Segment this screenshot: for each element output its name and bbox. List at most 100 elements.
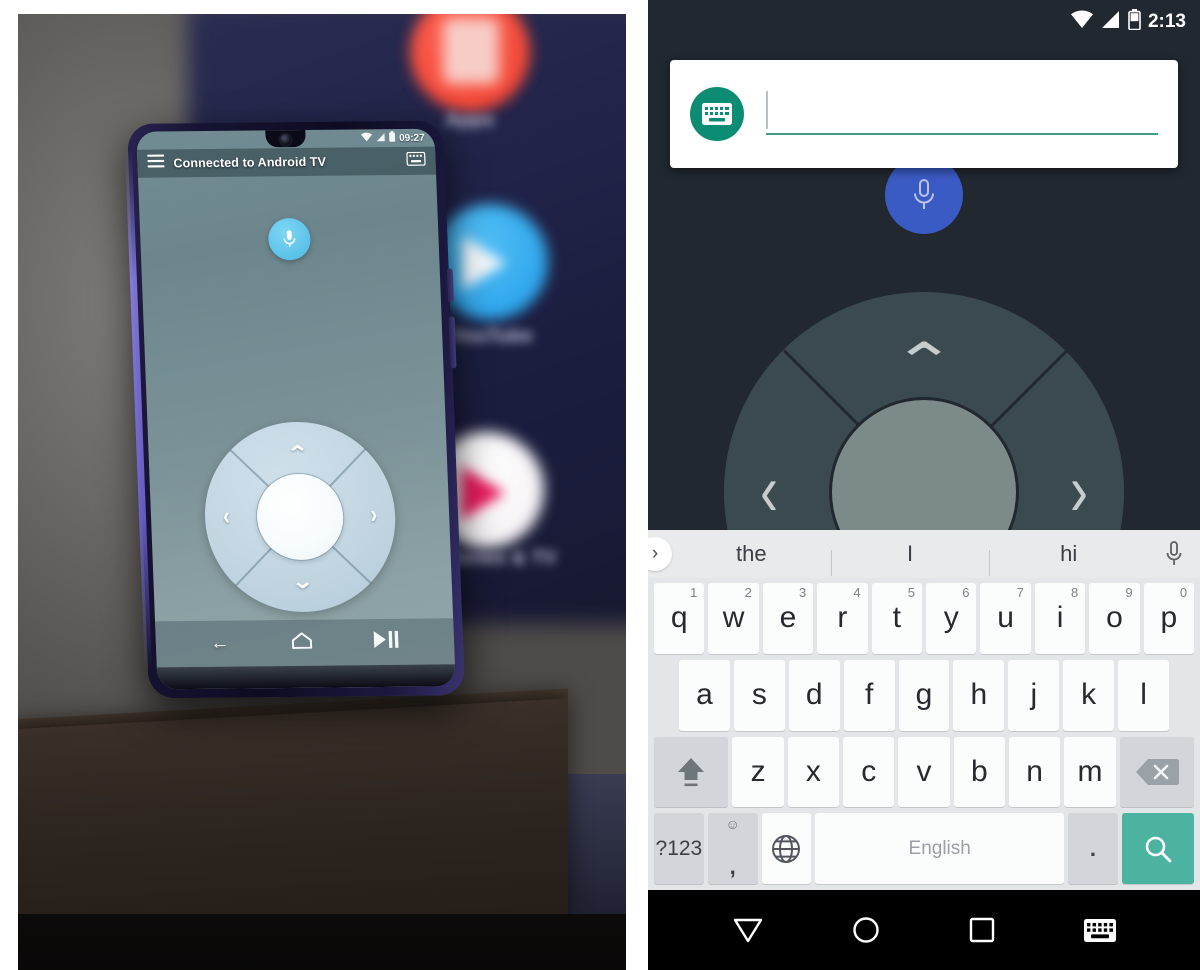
tv-app-icon-pink-play (461, 466, 505, 520)
phone-app-bar: Connected to Android TV (136, 146, 437, 178)
switch-keyboard-icon[interactable] (1083, 918, 1116, 942)
key-label: j (1030, 678, 1038, 712)
key-num: 6 (962, 585, 970, 600)
microphone-icon (1166, 541, 1182, 565)
key-v[interactable]: v (898, 736, 950, 808)
key-label: c (861, 754, 877, 788)
home-circle-icon[interactable] (852, 916, 880, 944)
dpad-right-button[interactable]: › (370, 501, 378, 529)
key-b[interactable]: b (953, 736, 1005, 808)
key-d[interactable]: d (788, 659, 840, 731)
key-label: . (1089, 835, 1097, 861)
phone-playpause-button[interactable] (373, 630, 400, 653)
key-p[interactable]: 0p (1143, 583, 1195, 654)
shift-key[interactable] (654, 736, 729, 808)
key-s[interactable]: s (733, 659, 785, 731)
symbols-key[interactable]: ?123 (654, 813, 704, 884)
key-n[interactable]: n (1008, 736, 1061, 808)
dpad-up-button[interactable]: ⌃ (286, 443, 309, 465)
key-label: v (916, 754, 932, 788)
search-input-card (670, 60, 1178, 168)
key-w[interactable]: 2w (708, 583, 759, 654)
key-h[interactable]: h (953, 659, 1005, 731)
phone-voice-mic-button[interactable] (267, 217, 312, 261)
dpad-right-button[interactable]: › (1070, 454, 1088, 527)
key-num: 3 (798, 585, 807, 600)
key-q[interactable]: 1q (654, 583, 705, 654)
key-u[interactable]: 7u (980, 583, 1031, 654)
search-input[interactable] (766, 87, 1158, 141)
key-num: 1 (690, 585, 698, 600)
battery-icon (1128, 8, 1141, 36)
key-x[interactable]: x (787, 736, 840, 808)
key-label: d (805, 678, 823, 712)
search-icon (1145, 836, 1172, 863)
key-label: , (729, 854, 736, 879)
phone-home-button[interactable] (290, 631, 313, 654)
keyboard-row-2: a s d f g h j k l (651, 659, 1197, 731)
wifi-icon (361, 132, 374, 145)
keyboard-row-4: ?123 ☺ , English . (651, 813, 1197, 884)
phone-back-button[interactable]: ← (210, 633, 230, 655)
key-e[interactable]: 3e (762, 583, 814, 654)
dpad-down-button[interactable]: ⌄ (291, 571, 314, 593)
signal-icon (376, 132, 387, 145)
key-num: 9 (1125, 585, 1133, 600)
chevron-right-icon[interactable]: › (648, 537, 672, 571)
key-c[interactable]: c (843, 736, 895, 808)
suggestion-strip: › the I hi (648, 530, 1200, 578)
key-m[interactable]: m (1064, 736, 1116, 808)
right-android-screen-panel: 2:13 ⌃ ‹ › › the I hi 1 q 2 w 3 e 4 r 5 … (648, 0, 1200, 970)
phone-power-button[interactable] (446, 268, 455, 303)
suggestion-mic-button[interactable] (1148, 541, 1200, 567)
key-label: l (1140, 678, 1147, 712)
space-key[interactable]: English (815, 813, 1065, 884)
key-y[interactable]: 6y (926, 583, 977, 654)
key-num: 4 (853, 585, 861, 600)
back-triangle-icon[interactable] (733, 917, 763, 943)
search-key[interactable] (1121, 813, 1195, 884)
keyboard-icon[interactable] (406, 151, 426, 170)
key-label: x (805, 754, 821, 788)
comma-key[interactable]: ☺ , (707, 813, 758, 884)
key-label: i (1056, 601, 1064, 635)
period-key[interactable]: . (1068, 813, 1118, 884)
dpad-left-button[interactable]: ‹ (223, 503, 231, 531)
key-z[interactable]: z (732, 736, 784, 808)
suggestion-item-1[interactable]: the (672, 541, 831, 567)
android-clock: 2:13 (1147, 11, 1186, 32)
battery-icon (389, 131, 397, 145)
dpad-up-button[interactable]: ⌃ (891, 336, 957, 390)
key-label: h (970, 678, 988, 712)
dpad-left-button[interactable]: ‹ (760, 454, 778, 527)
tv-app-icon-red-inner (443, 18, 499, 84)
language-globe-key[interactable] (761, 813, 812, 884)
dpad-ok-button[interactable] (255, 473, 345, 561)
key-g[interactable]: g (898, 659, 950, 731)
suggestion-item-2[interactable]: I (830, 541, 990, 576)
key-j[interactable]: j (1008, 659, 1060, 731)
key-f[interactable]: f (843, 659, 895, 731)
tv-app-icon-blue-play (462, 236, 506, 290)
suggestion-item-3[interactable]: hi (989, 541, 1148, 576)
key-label: r (837, 601, 848, 635)
key-i[interactable]: 8i (1034, 583, 1086, 654)
hamburger-menu-icon[interactable] (147, 154, 165, 172)
backspace-key[interactable] (1119, 736, 1194, 808)
key-r[interactable]: 4r (817, 583, 868, 654)
key-k[interactable]: k (1063, 659, 1115, 731)
key-num: 2 (744, 585, 752, 600)
key-a[interactable]: a (679, 659, 730, 731)
key-o[interactable]: 9o (1089, 583, 1140, 654)
key-label: f (864, 678, 874, 712)
android-status-bar: 2:13 (648, 0, 1200, 44)
phone-appbar-title: Connected to Android TV (173, 154, 327, 171)
recents-square-icon[interactable] (969, 917, 995, 943)
key-label: m (1077, 754, 1103, 788)
microphone-icon (914, 179, 934, 209)
key-label: t (892, 601, 901, 635)
key-t[interactable]: 5t (871, 583, 923, 654)
key-l[interactable]: l (1118, 659, 1170, 731)
key-label: y (943, 601, 959, 635)
keyboard-app-icon[interactable] (690, 87, 744, 141)
